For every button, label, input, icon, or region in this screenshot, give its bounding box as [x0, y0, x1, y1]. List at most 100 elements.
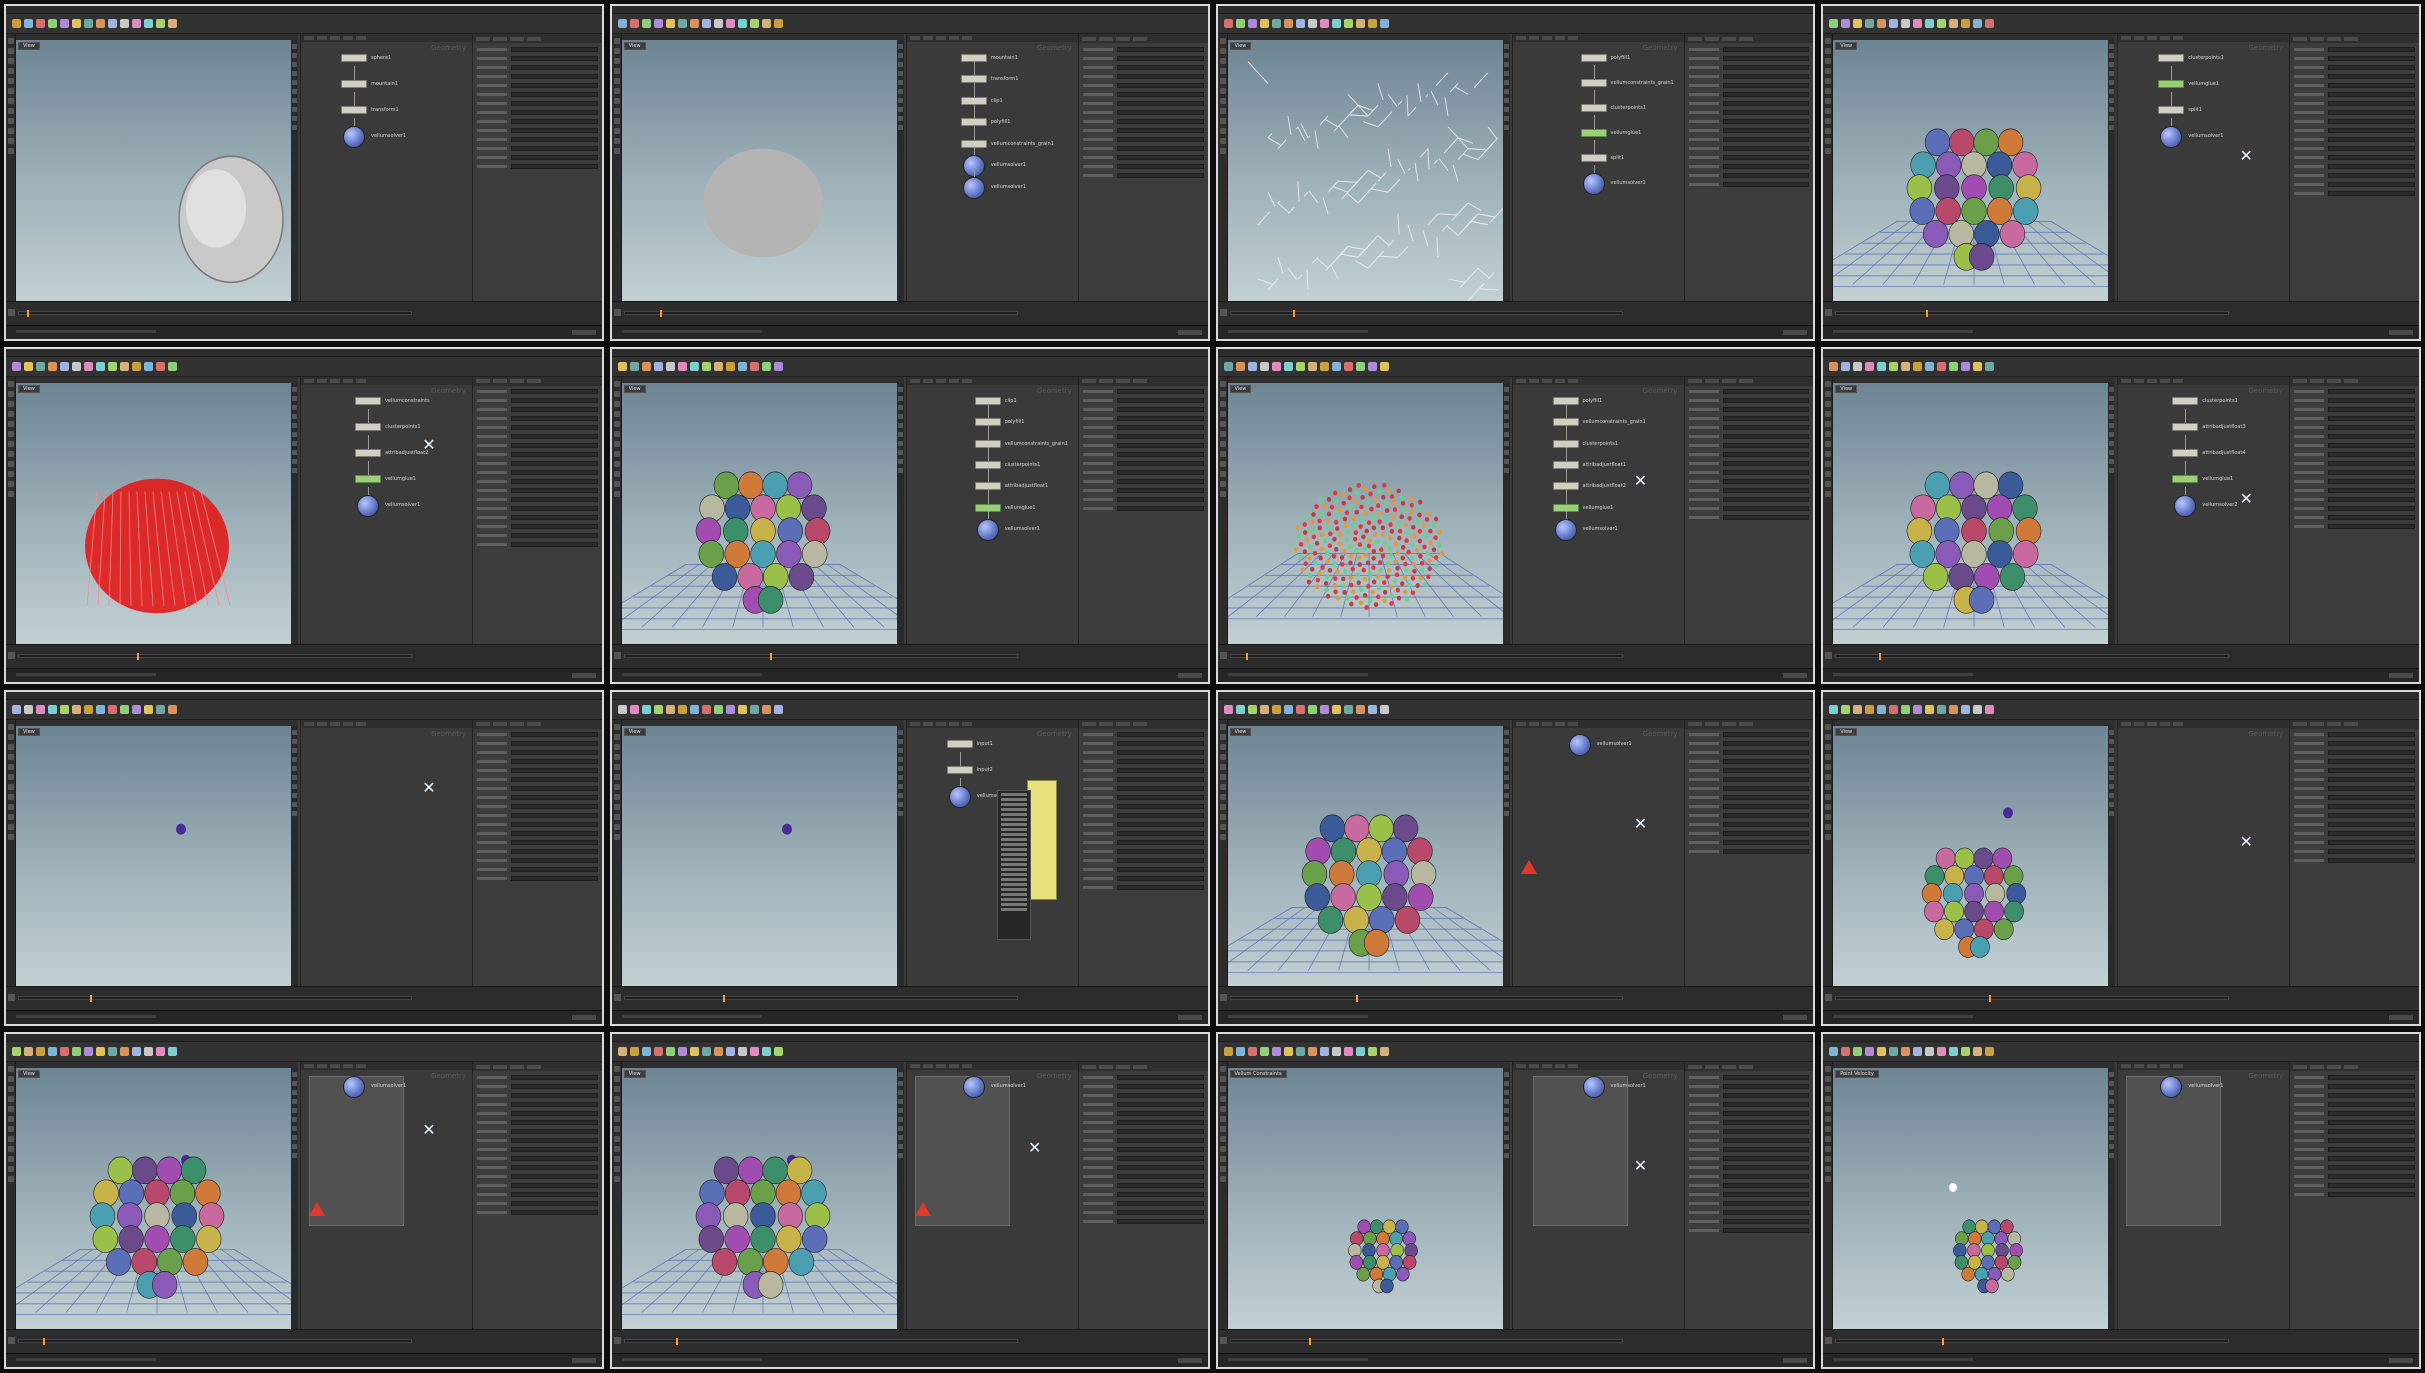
parameter-field[interactable] — [511, 1191, 598, 1197]
shelf-tool-icon[interactable] — [1925, 19, 1935, 28]
tool-button[interactable] — [1219, 763, 1226, 770]
parameter-field[interactable] — [2328, 82, 2415, 88]
display-option-button[interactable] — [1503, 1144, 1509, 1150]
shelf-tool-icon[interactable] — [665, 1047, 675, 1057]
network-node[interactable] — [355, 396, 381, 405]
shelf-tool-icon[interactable] — [1925, 361, 1935, 371]
play-icon[interactable] — [1219, 1337, 1227, 1344]
shelf-tool-icon[interactable] — [1841, 704, 1851, 714]
parameter-field[interactable] — [2328, 181, 2415, 187]
tab-menu[interactable] — [996, 789, 1031, 940]
display-option-button[interactable] — [1503, 449, 1509, 455]
shelf-tool-icon[interactable] — [665, 704, 675, 714]
display-option-button[interactable] — [292, 810, 297, 816]
shelf-tool-icon[interactable] — [665, 361, 675, 371]
tool-button[interactable] — [1825, 78, 1832, 84]
shelf-tool-icon[interactable] — [60, 704, 69, 714]
shelf-tool-icon[interactable] — [725, 19, 735, 28]
display-option-button[interactable] — [1503, 404, 1509, 410]
tool-button[interactable] — [1825, 763, 1832, 770]
parameter-field[interactable] — [1722, 804, 1810, 809]
parameter-field[interactable] — [1116, 1074, 1204, 1080]
parameter-field[interactable] — [1116, 497, 1204, 503]
path-segment[interactable] — [922, 1064, 933, 1069]
tool-button[interactable] — [8, 470, 14, 477]
display-option-button[interactable] — [2109, 1126, 2115, 1132]
display-option-button[interactable] — [2109, 44, 2115, 49]
network-node[interactable] — [341, 80, 367, 88]
tool-button[interactable] — [8, 1066, 14, 1073]
shelf-tool-icon[interactable] — [737, 704, 747, 714]
parameter-field[interactable] — [511, 136, 598, 142]
timeline-slider[interactable] — [1835, 1338, 2229, 1345]
parameter-tab[interactable] — [2310, 722, 2325, 726]
parameter-field[interactable] — [1116, 1092, 1204, 1098]
tool-button[interactable] — [613, 108, 620, 114]
parameter-field[interactable] — [2328, 100, 2415, 106]
parameter-tab[interactable] — [1704, 1064, 1719, 1069]
parameter-field[interactable] — [1116, 777, 1204, 782]
timeline-cursor[interactable] — [1308, 1338, 1311, 1345]
scene-viewport[interactable]: View — [621, 1068, 904, 1329]
display-option-button[interactable] — [897, 1153, 903, 1159]
path-segment[interactable] — [343, 721, 353, 726]
display-option-button[interactable] — [1503, 729, 1509, 735]
tool-button[interactable] — [8, 430, 14, 437]
parameter-field[interactable] — [1116, 1137, 1204, 1143]
tool-button[interactable] — [8, 390, 14, 397]
play-icon[interactable] — [8, 1337, 15, 1344]
network-editor[interactable]: Geometry vellumsolver1 ✕ — [1511, 719, 1684, 987]
scene-viewport[interactable]: View — [16, 725, 298, 987]
shelf-tool-icon[interactable] — [1223, 361, 1233, 371]
path-segment[interactable] — [935, 721, 946, 726]
parameter-field[interactable] — [511, 1146, 598, 1152]
path-segment[interactable] — [961, 36, 972, 40]
tool-button[interactable] — [613, 78, 620, 84]
parameter-tab[interactable] — [1081, 379, 1096, 384]
play-icon[interactable] — [613, 651, 621, 659]
tool-button[interactable] — [1825, 773, 1832, 780]
shelf-tool-icon[interactable] — [1877, 1047, 1887, 1057]
display-option-button[interactable] — [897, 774, 903, 780]
tool-button[interactable] — [613, 1106, 620, 1113]
shelf-tool-icon[interactable] — [1829, 19, 1839, 28]
display-option-button[interactable] — [2109, 1099, 2115, 1105]
parameter-field[interactable] — [1116, 840, 1204, 845]
display-option-button[interactable] — [2109, 1135, 2115, 1141]
menu-entry[interactable] — [1000, 897, 1027, 901]
menu-entry[interactable] — [1000, 877, 1027, 881]
menu-entry[interactable] — [1000, 837, 1027, 841]
parameter-field[interactable] — [511, 118, 598, 124]
parameter-field[interactable] — [1116, 172, 1204, 178]
path-segment[interactable] — [2121, 721, 2132, 726]
tool-button[interactable] — [613, 390, 620, 397]
parameter-field[interactable] — [2328, 443, 2415, 449]
tool-button[interactable] — [1219, 1106, 1226, 1113]
parameter-field[interactable] — [511, 786, 598, 791]
parameter-tab[interactable] — [1115, 1064, 1130, 1069]
path-segment[interactable] — [1541, 378, 1552, 383]
parameter-field[interactable] — [1116, 786, 1204, 791]
path-segment[interactable] — [1541, 1064, 1552, 1069]
parameter-field[interactable] — [1116, 1128, 1204, 1134]
parameter-field[interactable] — [511, 849, 598, 854]
shelf-tool-icon[interactable] — [48, 704, 57, 714]
shelf-tool-icon[interactable] — [144, 19, 153, 28]
shelf-tool-icon[interactable] — [1379, 361, 1389, 371]
path-segment[interactable] — [343, 1064, 353, 1069]
parameter-editor[interactable] — [472, 34, 602, 301]
display-option-button[interactable] — [1503, 395, 1509, 401]
shelf-tool-icon[interactable] — [761, 19, 771, 28]
parameter-field[interactable] — [511, 1137, 598, 1143]
network-node[interactable] — [1580, 129, 1607, 137]
parameter-field[interactable] — [2328, 55, 2415, 61]
display-option-button[interactable] — [292, 71, 297, 76]
tool-button[interactable] — [8, 410, 14, 417]
display-option-button[interactable] — [897, 747, 903, 753]
path-segment[interactable] — [2173, 36, 2184, 40]
tool-button[interactable] — [1825, 380, 1832, 387]
display-option-button[interactable] — [292, 98, 297, 103]
timeline-slider[interactable] — [1835, 652, 2229, 660]
shelf-tool-icon[interactable] — [1355, 19, 1365, 28]
parameter-field[interactable] — [1722, 127, 1810, 133]
